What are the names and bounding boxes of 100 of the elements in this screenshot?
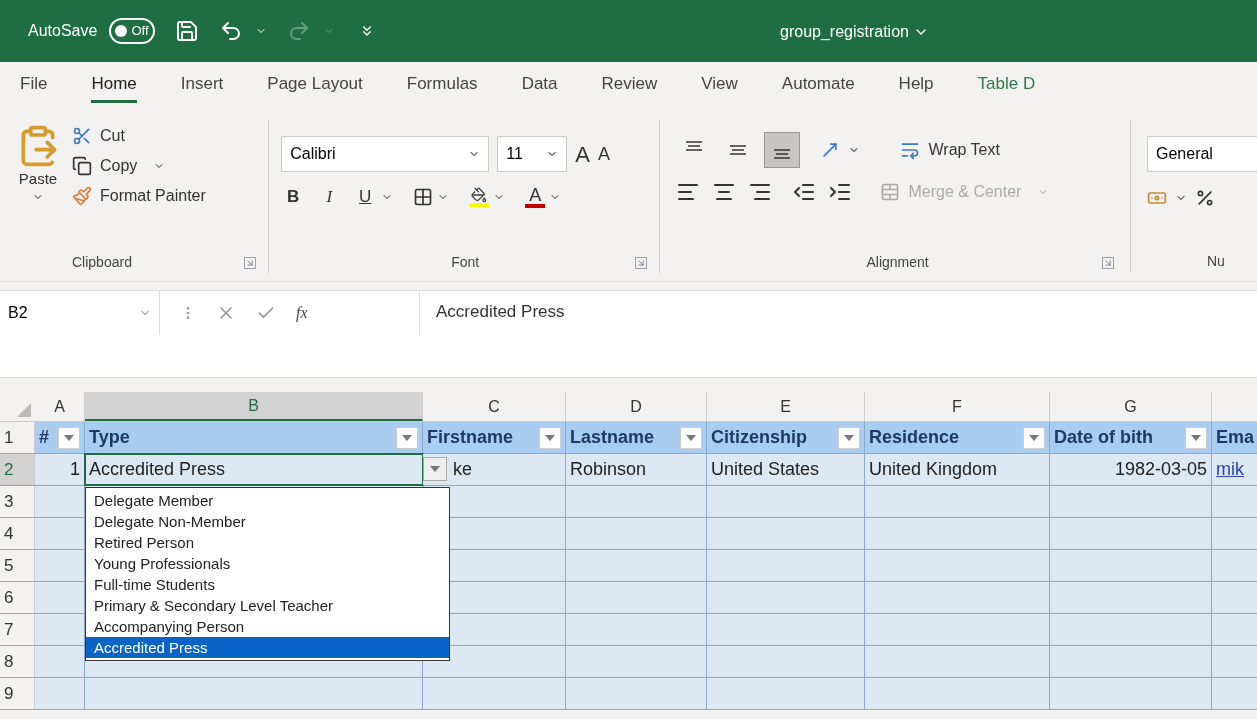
header-label: Citizenship (710, 426, 808, 449)
dropdown-option[interactable]: Retired Person (86, 532, 449, 553)
align-lines-icon (728, 145, 749, 155)
table-cell: Accredited Press (85, 454, 423, 485)
column-header[interactable]: E (707, 392, 865, 421)
row-header[interactable]: 1 (0, 422, 35, 453)
ribbon-tab[interactable]: Formulas (406, 70, 478, 104)
font-color-button[interactable]: A (525, 185, 546, 208)
row-header[interactable]: 6 (0, 582, 35, 613)
table-cell: United States (707, 454, 865, 485)
header-label: # (38, 426, 50, 449)
header-label: Lastname (569, 426, 656, 449)
wrap-text-button[interactable]: Wrap Text (900, 138, 1000, 162)
row-header[interactable]: 3 (0, 486, 35, 517)
filter-button[interactable] (1023, 426, 1045, 449)
row-header[interactable]: 8 (0, 646, 35, 677)
header-label: Residence (868, 426, 961, 449)
paintbrush-icon (72, 186, 92, 206)
paste-button[interactable]: Paste (12, 124, 64, 252)
row-header[interactable]: 2 (0, 454, 35, 485)
filter-button[interactable] (396, 426, 418, 449)
row-header[interactable]: 9 (0, 678, 35, 709)
autosave-toggle[interactable]: Off (109, 18, 155, 44)
cut-button[interactable]: Cut (72, 124, 206, 148)
caret-icon (1191, 434, 1201, 441)
ribbon-tab[interactable]: File (20, 70, 48, 104)
group-label: Nu (1207, 253, 1225, 269)
filter-button[interactable] (1185, 426, 1207, 449)
group-label: Font (451, 253, 480, 272)
align-lines-icon (684, 141, 705, 151)
column-header[interactable]: C (423, 392, 566, 421)
dropdown-option[interactable]: Young Professionals (86, 553, 449, 574)
dialog-launcher-icon[interactable] (1102, 256, 1114, 269)
font-size-field[interactable]: 11 (497, 136, 568, 172)
dropdown-option[interactable]: Full-time Students (86, 574, 449, 595)
fill-color-icon[interactable] (469, 186, 490, 207)
name-box[interactable]: B2 (8, 301, 28, 325)
merge-cells-icon (880, 182, 901, 202)
vertical-align-button[interactable] (764, 132, 801, 168)
dropdown-arrow-button[interactable] (423, 457, 447, 481)
header-label: Firstname (426, 426, 515, 449)
row-header[interactable]: 5 (0, 550, 35, 581)
dropdown-option[interactable]: Delegate Non-Member (86, 511, 449, 532)
format-painter-button[interactable]: Format Painter (72, 184, 206, 208)
font-name-field[interactable]: Calibri (281, 136, 490, 172)
underline-button[interactable]: U (353, 184, 378, 210)
number-format-field[interactable]: General (1147, 136, 1257, 172)
borders-icon[interactable] (413, 186, 434, 207)
dialog-launcher-icon[interactable] (635, 256, 648, 269)
decrease-font-size-button[interactable]: A (597, 140, 610, 168)
dialog-launcher-icon[interactable] (244, 256, 257, 269)
italic-button[interactable]: I (317, 184, 342, 210)
toggle-knob (115, 25, 128, 37)
column-header[interactable]: F (865, 392, 1050, 421)
dropdown-option[interactable]: Primary & Secondary Level Teacher (86, 595, 449, 616)
ribbon-tab[interactable]: Automate (781, 70, 855, 104)
ribbon-tab[interactable]: Table D (977, 70, 1036, 104)
ribbon-tab[interactable]: Page Layout (267, 70, 363, 104)
wrap-text-icon (900, 140, 921, 160)
filter-button[interactable] (838, 426, 860, 449)
header-label: Ema (1215, 426, 1256, 449)
increase-font-size-button[interactable]: A (575, 137, 590, 171)
ribbon-tab[interactable]: Data (521, 70, 558, 104)
group-label: Clipboard (72, 253, 132, 272)
bold-button[interactable]: B (281, 184, 306, 210)
table-cell: 1982-03-05 (1050, 454, 1212, 485)
filter-button[interactable] (58, 426, 80, 449)
copy-icon (72, 156, 92, 176)
caret-icon (64, 434, 74, 441)
save-icon[interactable] (174, 19, 199, 43)
caret-icon (430, 466, 440, 472)
insert-function-button[interactable]: fx (296, 301, 308, 325)
dropdown-option[interactable]: Accompanying Person (86, 616, 449, 637)
row-header[interactable]: 4 (0, 518, 35, 549)
ribbon-tab[interactable]: Home (91, 70, 137, 104)
email-link[interactable]: mik (1212, 456, 1248, 483)
header-label: Date of bith (1053, 426, 1154, 449)
column-header[interactable]: D (566, 392, 707, 421)
copy-button[interactable]: Copy (72, 154, 206, 178)
dropdown-option[interactable]: Delegate Member (86, 490, 449, 511)
table-cell: Robinson (566, 454, 707, 485)
caret-icon (402, 434, 412, 441)
ribbon-tab[interactable]: Insert (180, 70, 224, 104)
percent-icon[interactable] (1195, 188, 1215, 208)
row-header[interactable]: 7 (0, 614, 35, 645)
align-lines-icon (772, 149, 793, 159)
caret-icon (686, 434, 696, 441)
ribbon-tab[interactable]: Review (601, 70, 658, 104)
caret-icon (545, 434, 555, 441)
dropdown-option[interactable]: Accredited Press (86, 637, 449, 658)
ribbon-tab[interactable]: Help (898, 70, 934, 104)
ribbon-tab[interactable]: View (701, 70, 738, 104)
caret-icon (1029, 434, 1039, 441)
formula-input[interactable]: Accredited Press (420, 291, 581, 325)
column-header[interactable]: G (1050, 392, 1212, 421)
header-label: Type (88, 426, 131, 449)
filter-button[interactable] (680, 426, 702, 449)
column-header[interactable]: B (85, 392, 423, 421)
filter-button[interactable] (539, 426, 561, 449)
document-title[interactable]: group_registration (780, 20, 909, 44)
